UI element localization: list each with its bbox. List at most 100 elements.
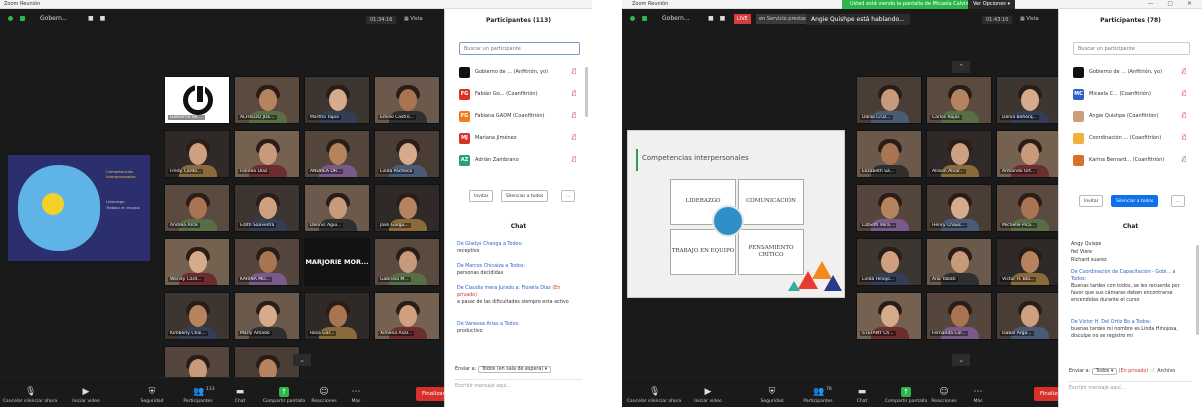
muted-mic-icon[interactable]: 🎙̸ bbox=[1182, 90, 1186, 97]
chat-sender[interactable]: De Marcos Chicaiza a Todos: bbox=[457, 263, 578, 270]
participant-video-tile[interactable]: Ximena Asal... bbox=[374, 292, 440, 340]
participant-row[interactable]: Karina Bernard... (Coanfitrión) 🎙̸ bbox=[1073, 153, 1194, 169]
view-button[interactable]: ▦ Vista bbox=[1020, 16, 1039, 22]
mute-button[interactable]: 🎙 Cancelar silenciar ahora bbox=[2, 387, 58, 404]
participant-video-tile[interactable]: Fernanda Col... bbox=[926, 292, 992, 340]
participant-row[interactable]: Angie Quishpe (Coanfitrión) 🎙̸ bbox=[1073, 109, 1194, 125]
scroll-down-arrow-icon[interactable]: ⌄ bbox=[293, 354, 311, 366]
participant-search-input[interactable]: Buscar un participante bbox=[459, 42, 580, 55]
send-to-dropdown[interactable]: Todos ▾ bbox=[1091, 368, 1118, 375]
person-face bbox=[259, 197, 277, 219]
participant-video-tile[interactable]: Marly Amado bbox=[234, 292, 300, 340]
muted-mic-icon[interactable]: 🎙̸ bbox=[572, 112, 576, 119]
participant-video-tile[interactable]: Carlos Rojas bbox=[926, 76, 992, 124]
muted-mic-icon[interactable]: 🎙̸ bbox=[572, 68, 576, 75]
participant-video-tile[interactable]: Linda Pacheco bbox=[374, 130, 440, 178]
participant-video-tile[interactable]: ANDREA OR... bbox=[304, 130, 370, 178]
participant-video-tile[interactable]: Rosa Gar... bbox=[304, 292, 370, 340]
chat-message-input[interactable]: Escribir mensaje aquí... bbox=[1069, 381, 1192, 393]
participant-video-tile[interactable]: Armando Ort... bbox=[996, 130, 1062, 178]
participant-video-tile[interactable]: Michelle Pica... bbox=[996, 184, 1062, 232]
mute-button[interactable]: 🎙 Cancelar silenciar ahora bbox=[626, 387, 682, 404]
participant-video-tile[interactable]: Emilio Castro... bbox=[374, 76, 440, 124]
window-controls[interactable]: — ▢ ✕ bbox=[1147, 0, 1198, 7]
meeting-topbar: Gobern... ■ ■ LIVE en Servicio prestado … bbox=[622, 9, 1058, 31]
muted-mic-icon[interactable]: 🎙̸ bbox=[572, 156, 576, 163]
file-button[interactable]: 📄 Archivo bbox=[1150, 369, 1175, 374]
participant-row[interactable]: AZ Adrián Zambrano 🎙̸ bbox=[459, 153, 584, 169]
view-button[interactable]: ▦ Vista bbox=[404, 16, 423, 22]
participant-video-tile[interactable]: ALFREDO JOE... bbox=[234, 76, 300, 124]
participant-video-tile[interactable]: Dennis Agui... bbox=[304, 184, 370, 232]
participant-row[interactable]: MC Micaela C... (Coanfitrión) 🎙̸ bbox=[1073, 87, 1194, 103]
mute-all-button[interactable]: Silenciar a todos bbox=[501, 190, 549, 202]
participant-row[interactable]: FG Fabián Go... (Coanfitrión) 🎙̸ bbox=[459, 87, 584, 103]
participant-row[interactable]: Coordinación ... (Coanfitrión) 🎙̸ bbox=[1073, 131, 1194, 147]
participant-video-tile[interactable]: Elizabeth Sá... bbox=[856, 130, 922, 178]
participant-row[interactable]: Gobierno de ... (Anfitrión, yo) 🎙̸ bbox=[459, 65, 584, 81]
more-button[interactable]: ⋯ Más bbox=[328, 387, 384, 404]
shield-icon[interactable] bbox=[642, 15, 647, 22]
participant-video-tile[interactable]: Wendy Cárd... bbox=[164, 238, 230, 286]
participant-list-scrollbar[interactable] bbox=[585, 67, 588, 117]
participant-video-tile[interactable]: Ana Yabati bbox=[926, 238, 992, 286]
participant-video-tile[interactable]: Edith Saavedra bbox=[234, 184, 300, 232]
participant-video-tile[interactable]: Gobierno de ... bbox=[164, 76, 230, 124]
participant-video-tile[interactable]: Dania Bohórq... bbox=[996, 76, 1062, 124]
participant-video-tile[interactable]: Andrea Arce bbox=[164, 184, 230, 232]
participant-name-label: Ximena Asal... bbox=[378, 331, 415, 336]
shield-icon[interactable] bbox=[20, 15, 25, 22]
participant-video-tile[interactable]: Dalila Cruz... bbox=[856, 76, 922, 124]
mute-all-button[interactable]: Silenciar a todos bbox=[1111, 195, 1159, 207]
participant-video-tile[interactable]: KARINA MO... bbox=[234, 238, 300, 286]
participant-video-tile[interactable]: STEFANY Ch... bbox=[856, 292, 922, 340]
participant-video-tile[interactable]: Víctor H. Bla... bbox=[996, 238, 1062, 286]
participant-video-tile[interactable]: Isabel Arga... bbox=[996, 292, 1062, 340]
more-options-button[interactable]: ... bbox=[1171, 195, 1186, 207]
scroll-up-arrow-icon[interactable]: ⌃ bbox=[952, 61, 970, 73]
meeting-info-icon[interactable] bbox=[8, 15, 13, 22]
title-bar: Zoom Reunión Usted está viendo la pantal… bbox=[622, 0, 1202, 9]
muted-mic-icon[interactable]: 🎙̸ bbox=[1182, 156, 1186, 163]
chat-scrollbar[interactable] bbox=[1196, 245, 1199, 335]
meeting-info-icon[interactable] bbox=[630, 15, 635, 22]
participant-video-tile[interactable]: MARJORIE MOR... bbox=[304, 238, 370, 286]
chat-sender[interactable]: De Gladys Changa a Todos: bbox=[457, 241, 578, 248]
participant-video-tile[interactable]: Allison Alvar... bbox=[926, 130, 992, 178]
participant-video-tile[interactable]: Lizbeth Vera... bbox=[856, 184, 922, 232]
participant-video-tile[interactable]: Fredy Cardo... bbox=[164, 130, 230, 178]
participant-video-tile[interactable]: Martha Tapia bbox=[304, 76, 370, 124]
start-video-button[interactable]: ▶ Iniciar video bbox=[680, 387, 736, 404]
participant-name-label: Ana Yabati bbox=[930, 277, 958, 282]
participant-row[interactable]: MJ Mariana Jiménez 🎙̸ bbox=[459, 131, 584, 147]
send-to-dropdown[interactable]: Todos (en sala de espera) ▾ bbox=[477, 366, 552, 373]
participant-video-tile[interactable]: Henry Chaus... bbox=[926, 184, 992, 232]
muted-mic-icon[interactable]: 🎙̸ bbox=[1182, 134, 1186, 141]
view-options-button[interactable]: Ver Opciones ▾ bbox=[968, 0, 1016, 9]
more-button[interactable]: ⋯ Más bbox=[950, 387, 1006, 404]
chat-sender[interactable]: De Vanessa Arias a Todos: bbox=[457, 321, 578, 328]
chat-sender[interactable]: De Víctor H. Del Ortiz Bo a Todos: bbox=[1071, 319, 1188, 326]
participant-video-tile[interactable]: Kimberly Chai... bbox=[164, 292, 230, 340]
participant-row[interactable]: FG Fabiana GADM (Coanfitrión) 🎙̸ bbox=[459, 109, 584, 125]
muted-mic-icon[interactable]: 🎙̸ bbox=[1182, 112, 1186, 119]
invite-button[interactable]: Invitar bbox=[1079, 195, 1104, 207]
participant-video-tile[interactable]: Gabriela M... bbox=[374, 238, 440, 286]
chat-sender[interactable]: De Coordinación de Capacitación - Gobi..… bbox=[1071, 269, 1188, 283]
chat-sender[interactable]: De Claudia mera Jurado a: Fiorella Díaz … bbox=[457, 285, 578, 299]
muted-mic-icon[interactable]: 🎙̸ bbox=[1182, 68, 1186, 75]
participant-video-tile[interactable]: José Gargu... bbox=[374, 184, 440, 232]
live-badge[interactable]: LIVE bbox=[734, 14, 751, 24]
participant-video-tile[interactable]: Linda Hinojo... bbox=[856, 238, 922, 286]
participant-video-tile[interactable]: Fiorella Díaz bbox=[234, 130, 300, 178]
more-options-button[interactable]: ... bbox=[561, 190, 576, 202]
participant-row[interactable]: Gobierno de ... (Anfitrión, yo) 🎙̸ bbox=[1073, 65, 1194, 81]
muted-mic-icon[interactable]: 🎙̸ bbox=[572, 90, 576, 97]
muted-mic-icon[interactable]: 🎙̸ bbox=[572, 134, 576, 141]
invite-button[interactable]: Invitar bbox=[469, 190, 494, 202]
participant-search-input[interactable]: Buscar un participante bbox=[1073, 42, 1190, 55]
scroll-down-arrow-icon[interactable]: ⌄ bbox=[952, 354, 970, 366]
start-video-button[interactable]: ▶ Iniciar video bbox=[58, 387, 114, 404]
chat-message-input[interactable]: Escribir mensaje aquí... bbox=[455, 379, 582, 391]
view-label: Vista bbox=[1026, 16, 1039, 22]
